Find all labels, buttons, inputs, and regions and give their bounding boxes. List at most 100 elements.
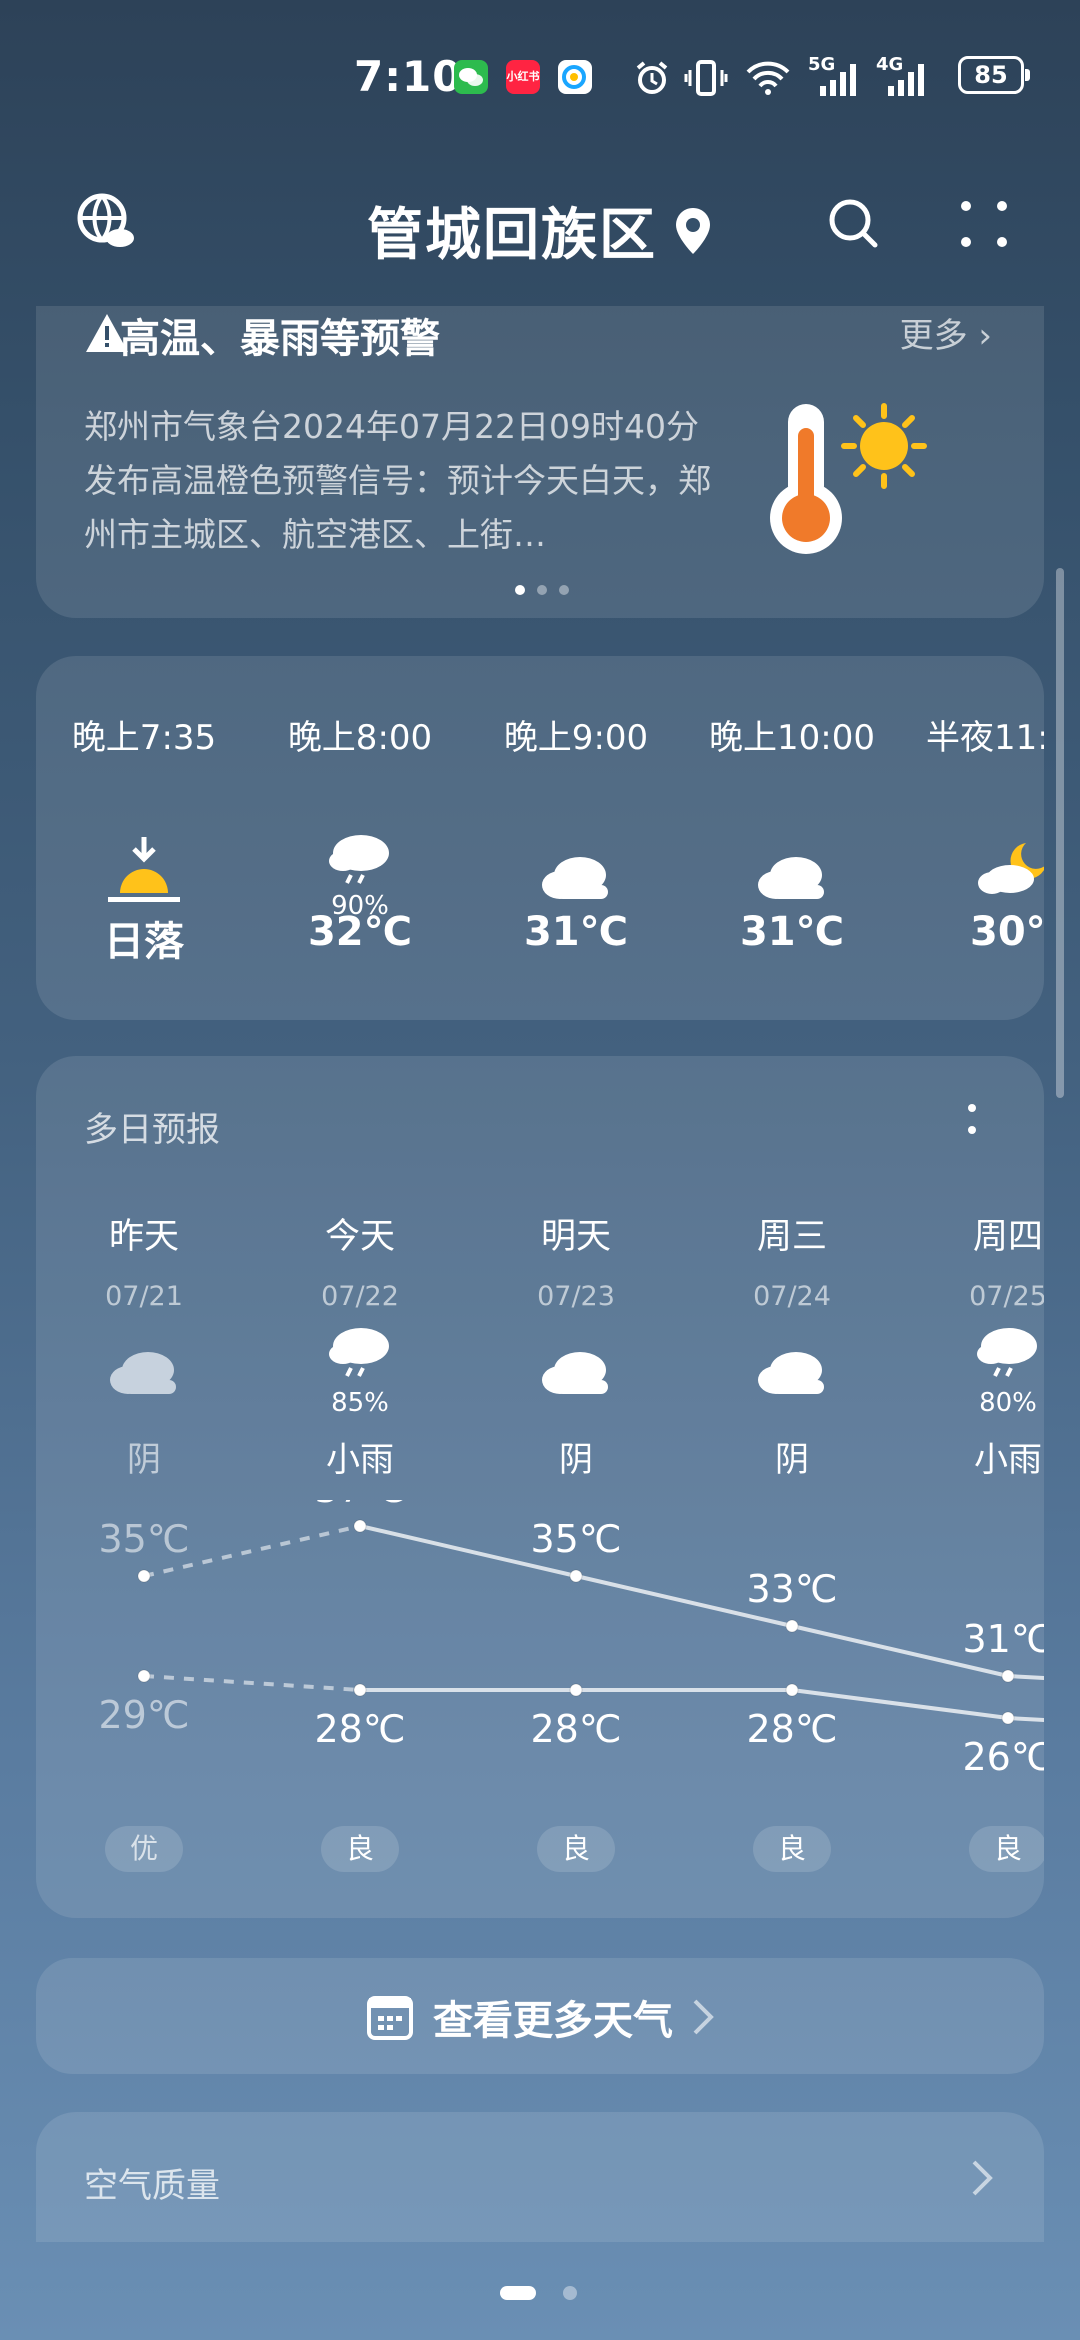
signal-icon-2 xyxy=(880,62,930,102)
day-name: 昨天 xyxy=(108,1217,179,1257)
day-date: 07/21 xyxy=(105,1281,183,1312)
rain-cloud-icon: 80% xyxy=(908,1312,1044,1432)
day-name: 周四 xyxy=(972,1217,1043,1257)
cloud-icon xyxy=(692,1312,892,1432)
page-indicator xyxy=(498,2284,582,2306)
wifi-icon xyxy=(744,58,792,102)
low-temp-past-line xyxy=(143,1674,361,1692)
day-name: 今天 xyxy=(324,1217,395,1257)
warning-title: 高温、暴雨等预警 xyxy=(120,316,440,362)
wechat-icon xyxy=(454,60,488,94)
cloud-icon xyxy=(476,759,676,899)
warning-pager xyxy=(512,582,572,601)
aqi-badge: 良 xyxy=(969,1826,1044,1872)
rain-cloud-icon: 85% xyxy=(260,1312,460,1432)
more-weather-row: 查看更多天气 xyxy=(0,1988,1080,2046)
high-temp-thermometer-icon xyxy=(766,398,946,562)
hourly-item-clipped: 半夜11: 30℃ xyxy=(908,710,1044,980)
hour-value: 日落 xyxy=(104,919,184,965)
browser-icon xyxy=(558,60,592,94)
day-condition: 阴 xyxy=(559,1440,593,1480)
warning-more-link[interactable]: 更多 › xyxy=(900,308,992,357)
warning-text: 郑州市气象台2024年07月22日09时40分发布高温橙色预警信号：预计今天白天… xyxy=(84,407,711,554)
rain-cloud-icon: 90% xyxy=(260,759,460,921)
cloud-icon xyxy=(44,1312,244,1432)
low-temp-point xyxy=(569,1683,583,1697)
low-temp-point xyxy=(785,1683,799,1697)
chevron-right-icon xyxy=(693,1999,714,2035)
forecast-day[interactable]: 今天 07/22 85% 小雨 xyxy=(260,1208,460,1481)
day-name: 明天 xyxy=(540,1217,611,1257)
city-name: 管城回族区 xyxy=(367,203,657,268)
hourly-item: 晚上10:00 31℃ xyxy=(692,710,892,955)
day-date: 07/24 xyxy=(753,1281,831,1312)
moon-cloud-icon xyxy=(908,759,1044,894)
day-condition: 阴 xyxy=(775,1440,809,1480)
more-weather-label: 查看更多天气 xyxy=(433,1998,673,2044)
more-options-icon[interactable] xyxy=(958,198,1010,254)
cloud-icon xyxy=(476,1312,676,1432)
low-temp-point xyxy=(137,1669,151,1683)
day-date: 07/23 xyxy=(537,1281,615,1312)
hour-time: 晚上8:00 xyxy=(287,718,433,758)
signal-icon xyxy=(812,62,862,102)
aqi-badge: 优 xyxy=(105,1826,183,1872)
low-temp-point xyxy=(1001,1711,1015,1725)
city-header[interactable]: 管城回族区 xyxy=(0,190,1080,271)
cloud-icon xyxy=(692,759,892,899)
day-date: 07/25 xyxy=(969,1281,1044,1312)
high-temp-point xyxy=(1001,1669,1015,1683)
warning-more-label: 更多 xyxy=(899,316,968,356)
low-temp-label: 28℃ xyxy=(530,1707,621,1751)
vibrate-icon xyxy=(684,58,728,102)
precip-chance: 85% xyxy=(331,1388,389,1418)
high-temp-point xyxy=(569,1569,583,1583)
high-temp-label: 35℃ xyxy=(530,1517,621,1561)
aqi-badge-clipped: 良 xyxy=(969,1826,1044,1872)
high-temp-label: 33℃ xyxy=(746,1567,837,1611)
sunset-icon xyxy=(44,759,244,902)
high-temp-point xyxy=(353,1519,367,1533)
forecast-menu-icon[interactable] xyxy=(946,1102,998,1146)
battery-indicator: 85 xyxy=(958,56,1030,94)
low-temp-line xyxy=(360,1688,1044,1723)
hour-time: 晚上7:35 xyxy=(71,718,217,758)
low-temp-label: 29℃ xyxy=(98,1693,189,1737)
day-condition: 阴 xyxy=(127,1440,161,1480)
alarm-icon xyxy=(632,58,672,102)
status-time: 7:10 xyxy=(354,52,463,101)
xiaohongshu-icon: 小红书 xyxy=(506,60,540,94)
aqi-badge: 良 xyxy=(321,1826,399,1872)
day-name: 周三 xyxy=(756,1217,827,1257)
precip-chance: 90% xyxy=(331,891,389,921)
location-pin-icon xyxy=(676,207,710,254)
high-temp-point xyxy=(785,1619,799,1633)
forecast-day[interactable]: 昨天 07/21 阴 xyxy=(44,1208,244,1481)
temperature-curve-chart: 35℃ 37℃ 35℃ 33℃ 31℃ 29℃ 28℃ 28℃ 28℃ 26℃ xyxy=(98,1500,1044,1779)
high-temp-label: 31℃ xyxy=(962,1617,1044,1661)
forecast-day[interactable]: 周三 07/24 阴 xyxy=(692,1208,892,1481)
hour-time: 晚上10:00 xyxy=(709,718,875,758)
hour-time: 半夜11: xyxy=(926,718,1044,758)
low-temp-label: 26℃ xyxy=(962,1735,1044,1779)
low-temp-label: 28℃ xyxy=(314,1707,405,1751)
aqi-badge: 良 xyxy=(537,1826,615,1872)
high-temp-point xyxy=(137,1569,151,1583)
hour-value: 31℃ xyxy=(523,909,629,955)
hour-value: 30℃ xyxy=(970,909,1044,955)
day-condition: 小雨 xyxy=(326,1440,394,1480)
air-quality-title: 空气质量 xyxy=(84,2166,220,2206)
forecast-day[interactable]: 明天 07/23 阴 xyxy=(476,1208,676,1481)
hourly-item: 晚上9:00 31℃ xyxy=(476,710,676,955)
high-temp-line xyxy=(359,1524,1044,1681)
precip-chance: 80% xyxy=(979,1388,1037,1418)
high-temp-label: 35℃ xyxy=(98,1517,189,1561)
hour-value: 31℃ xyxy=(739,909,845,955)
chevron-right-icon xyxy=(970,2158,994,2202)
low-temp-point xyxy=(353,1683,367,1697)
high-temp-label: 37℃ xyxy=(314,1500,405,1511)
scrollbar[interactable] xyxy=(1056,568,1064,1098)
forecast-title: 多日预报 xyxy=(84,1110,220,1150)
search-icon[interactable] xyxy=(826,196,882,256)
hour-time: 晚上9:00 xyxy=(503,718,649,758)
